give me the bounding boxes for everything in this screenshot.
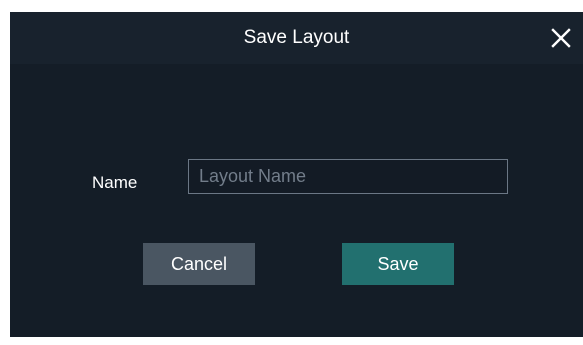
cancel-button[interactable]: Cancel [143, 243, 255, 285]
close-button[interactable] [545, 22, 577, 54]
save-layout-dialog: Save Layout Name Cancel Save [10, 12, 583, 337]
close-icon [551, 28, 571, 48]
layout-name-input[interactable] [188, 159, 508, 194]
dialog-titlebar: Save Layout [10, 12, 583, 64]
dialog-title: Save Layout [243, 27, 350, 48]
name-label: Name [92, 173, 138, 192]
save-button[interactable]: Save [342, 243, 454, 285]
